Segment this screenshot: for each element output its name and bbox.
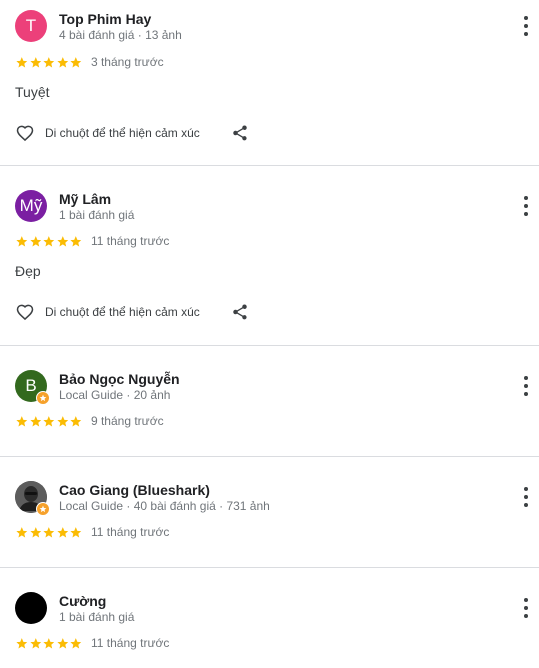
avatar-letter: B (25, 376, 37, 395)
more-vert-icon[interactable] (522, 16, 530, 36)
rating-row: 9 tháng trước (15, 413, 164, 429)
star-rating (15, 415, 83, 428)
local-guide-badge-icon (36, 391, 50, 405)
react-hint: Di chuột để thể hiện cảm xúc (45, 305, 200, 319)
reviewer-avatar[interactable]: B (15, 370, 50, 405)
star-icon (43, 637, 55, 648)
star-icon (29, 56, 41, 67)
share-icon[interactable] (231, 124, 249, 142)
rating-row: 11 tháng trước (15, 524, 169, 540)
star-icon (57, 637, 68, 648)
avatar-letter: Mỹ (19, 196, 43, 215)
star-icon (70, 56, 82, 67)
star-icon (16, 415, 28, 426)
star-icon (29, 637, 41, 648)
local-guide-badge-icon (36, 502, 50, 516)
star-icon (70, 526, 82, 537)
reviewer-name[interactable]: Cường (59, 593, 106, 609)
review-time: 11 tháng trước (90, 234, 170, 248)
star-icon (43, 415, 55, 426)
reviewer-name[interactable]: Mỹ Lâm (59, 191, 111, 207)
more-vert-icon[interactable] (522, 487, 530, 507)
star-icon (29, 235, 41, 246)
more-vert-icon[interactable] (522, 376, 530, 396)
star-icon (70, 637, 82, 648)
react-hint: Di chuột để thể hiện cảm xúc (45, 126, 200, 140)
reviewer-meta: 1 bài đánh giá (59, 610, 135, 624)
reviewer-name[interactable]: Cao Giang (Blueshark) (59, 482, 210, 498)
review-card: Cường 1 bài đánh giá 11 tháng trước (0, 568, 539, 668)
star-icon (57, 235, 68, 246)
review-card: B Bảo Ngọc Nguyễn Local Guide · 20 ảnh 9… (0, 346, 539, 457)
reviewer-meta: 1 bài đánh giá (59, 208, 135, 222)
review-header: Mỹ Mỹ Lâm 1 bài đánh giá (0, 166, 539, 222)
heart-icon[interactable] (14, 123, 36, 143)
more-vert-icon[interactable] (522, 196, 530, 216)
star-icon (16, 56, 28, 67)
review-actions: Di chuột để thể hiện cảm xúc (14, 301, 249, 323)
star-icon (57, 415, 68, 426)
reviewer-meta: Local Guide · 40 bài đánh giá · 731 ảnh (59, 499, 270, 513)
reviewer-avatar[interactable]: Mỹ (15, 190, 47, 222)
star-icon (29, 415, 41, 426)
star-rating (15, 637, 83, 650)
star-rating (15, 526, 83, 539)
review-text: Đẹp (15, 263, 41, 279)
review-time: 11 tháng trước (90, 525, 170, 539)
rating-row: 3 tháng trước (15, 54, 164, 70)
star-icon (29, 526, 41, 537)
star-icon (57, 526, 68, 537)
rating-row: 11 tháng trước (15, 233, 169, 249)
review-card: T Top Phim Hay 4 bài đánh giá · 13 ảnh 3… (0, 0, 539, 166)
star-icon (43, 235, 55, 246)
star-icon (43, 56, 55, 67)
review-header: T Top Phim Hay 4 bài đánh giá · 13 ảnh (0, 0, 539, 42)
star-rating (15, 56, 83, 69)
star-icon (70, 235, 82, 246)
reviewer-name[interactable]: Bảo Ngọc Nguyễn (59, 371, 180, 387)
review-header: Cao Giang (Blueshark) Local Guide · 40 b… (0, 457, 539, 516)
rating-row: 11 tháng trước (15, 635, 169, 651)
reviewer-name[interactable]: Top Phim Hay (59, 11, 151, 27)
star-icon (57, 56, 68, 67)
star-icon (70, 415, 82, 426)
reviewer-avatar[interactable]: T (15, 10, 47, 42)
star-icon (16, 637, 28, 648)
reviewer-avatar[interactable] (15, 481, 50, 516)
review-card: Mỹ Mỹ Lâm 1 bài đánh giá 11 tháng trước … (0, 166, 539, 346)
review-text: Tuyệt (15, 84, 50, 100)
heart-icon[interactable] (14, 302, 36, 322)
reviewer-avatar[interactable] (15, 592, 47, 624)
review-time: 3 tháng trước (90, 55, 164, 69)
star-rating (15, 235, 83, 248)
review-actions: Di chuột để thể hiện cảm xúc (14, 122, 249, 144)
more-vert-icon[interactable] (522, 598, 530, 618)
review-header: Cường 1 bài đánh giá (0, 568, 539, 624)
star-icon (16, 526, 28, 537)
reviewer-meta: Local Guide · 20 ảnh (59, 388, 171, 402)
avatar-letter: T (25, 16, 37, 35)
review-time: 11 tháng trước (90, 636, 170, 650)
review-time: 9 tháng trước (90, 414, 164, 428)
review-header: B Bảo Ngọc Nguyễn Local Guide · 20 ảnh (0, 346, 539, 405)
share-icon[interactable] (231, 303, 249, 321)
star-icon (43, 526, 55, 537)
review-card: Cao Giang (Blueshark) Local Guide · 40 b… (0, 457, 539, 568)
star-icon (16, 235, 28, 246)
reviewer-meta: 4 bài đánh giá · 13 ảnh (59, 28, 182, 42)
